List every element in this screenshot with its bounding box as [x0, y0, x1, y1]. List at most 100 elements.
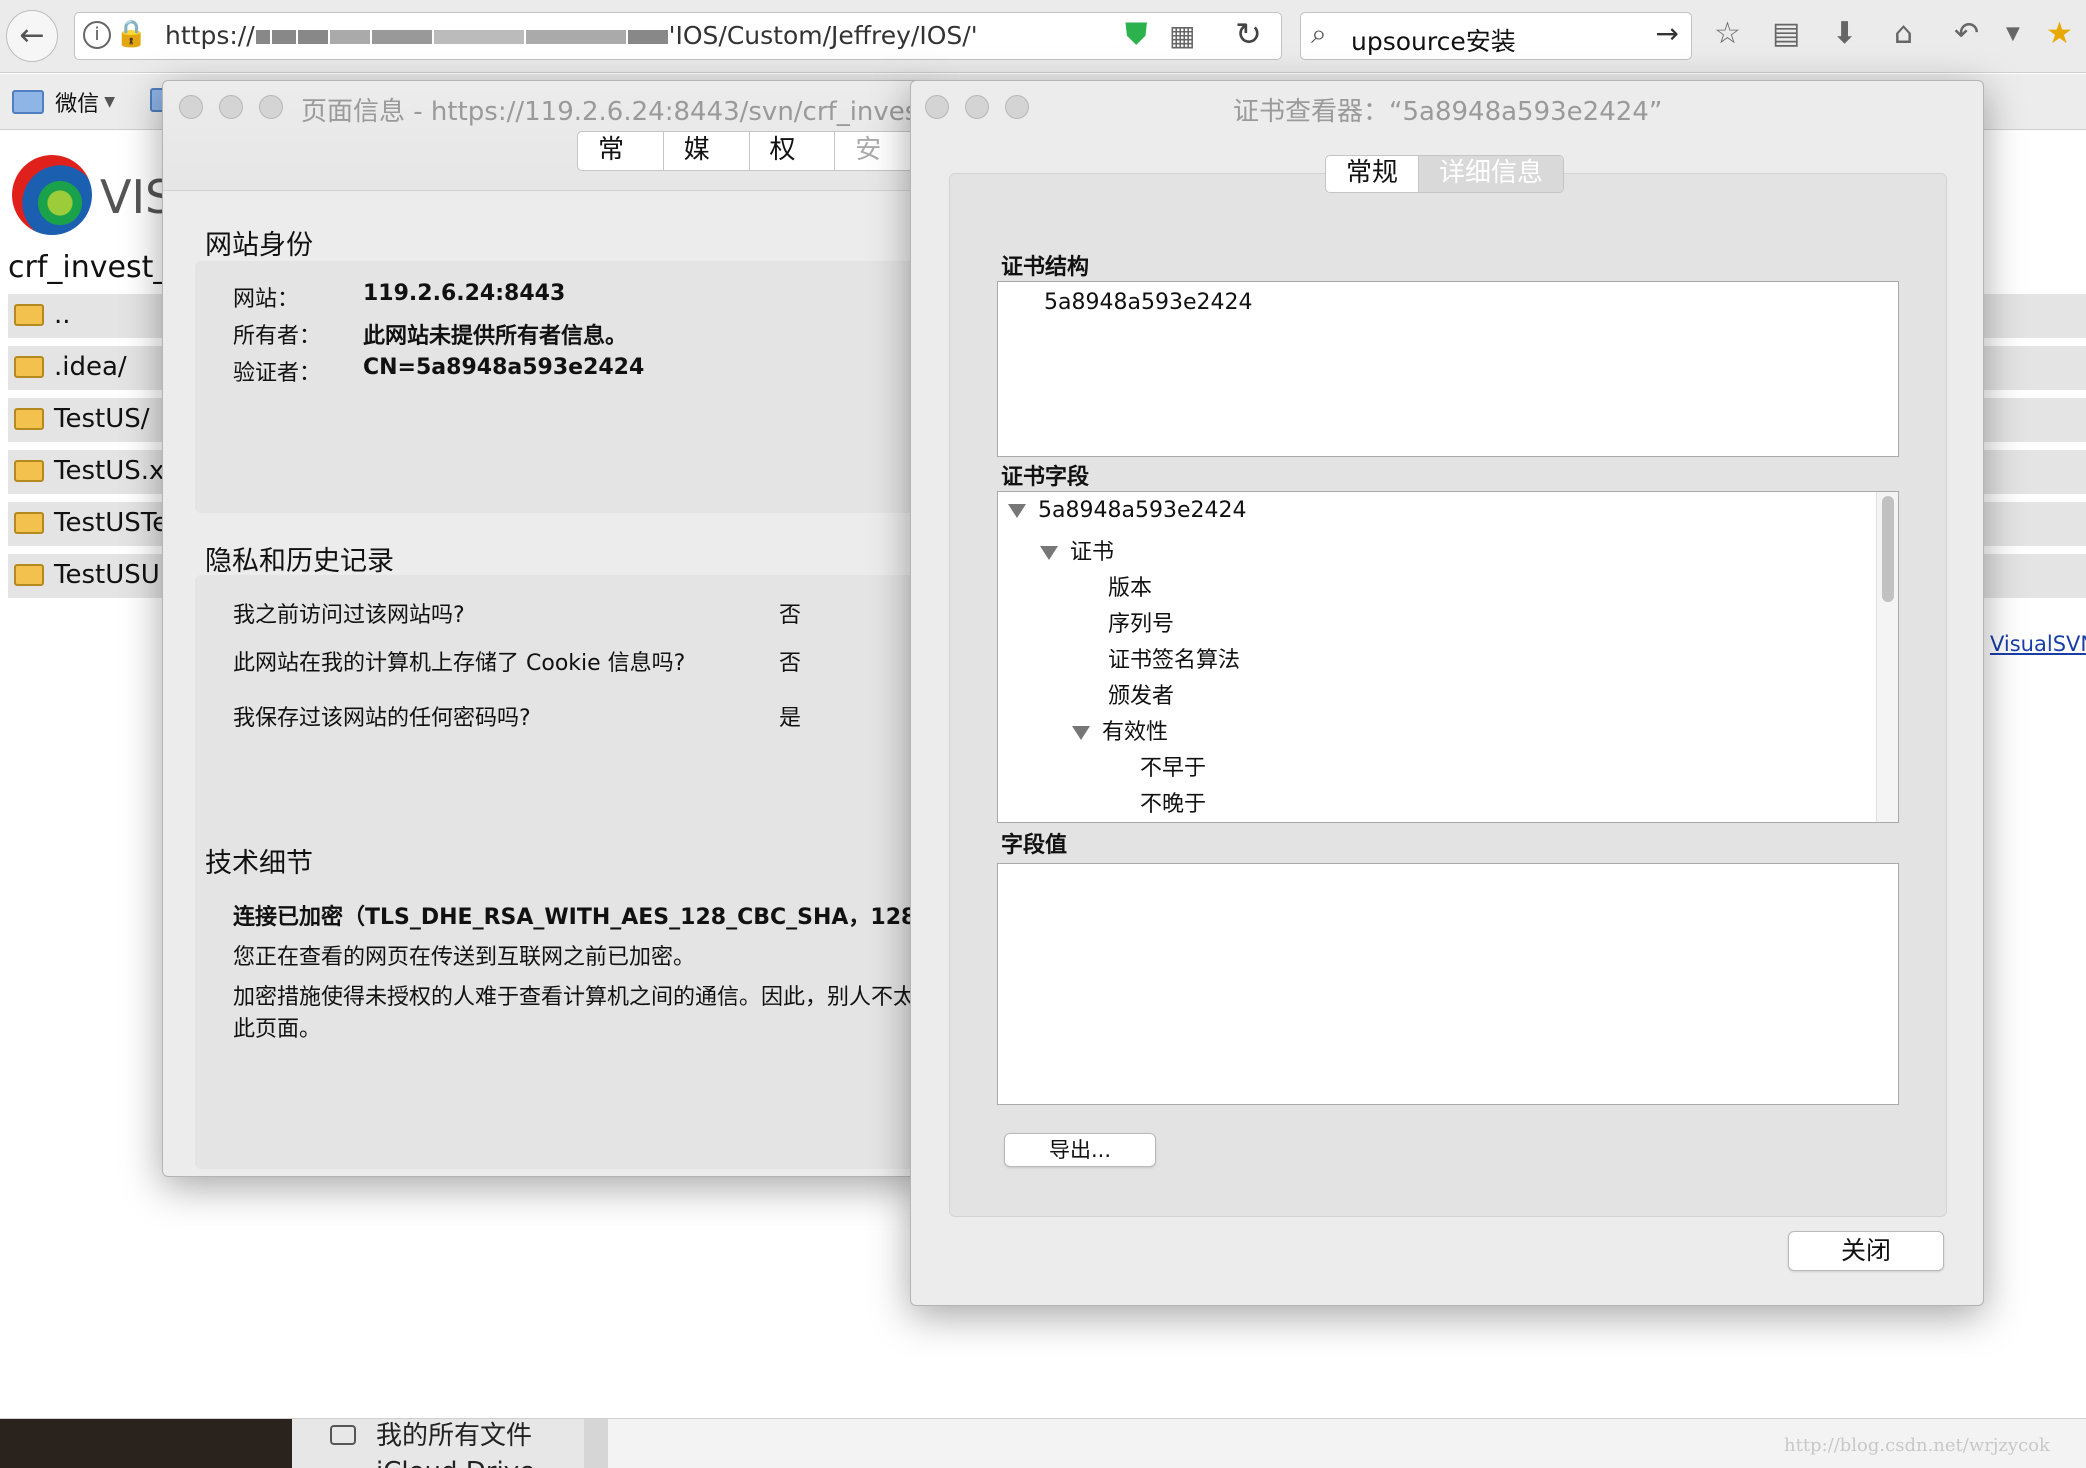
tech-section: 连接已加密（TLS_DHE_RSA_WITH_AES_128_CBC_SHA，1… — [195, 877, 990, 1169]
tree-item[interactable]: 证书 — [1040, 534, 1114, 566]
search-input[interactable]: upsource安装 — [1351, 22, 1516, 58]
tree-item[interactable]: 版本 — [1108, 570, 1152, 602]
cert-fields-tree[interactable]: 5a8948a593e2424 证书 版本 序列号 证书签名算法 颁发者 有效性… — [997, 491, 1899, 823]
cert-viewer-window: 证书查看器：“5a8948a593e2424” 常规 详细信息 证书结构 5a8… — [910, 80, 1984, 1306]
tech-desc-line: 您正在查看的网页在传送到互联网之前已加密。 — [233, 945, 696, 970]
folder-icon — [14, 408, 44, 430]
identity-section: 网站： 119.2.6.24:8443 所有者： 此网站未提供所有者信息。 验证… — [195, 261, 923, 513]
tab-general[interactable]: 常规 — [578, 132, 664, 170]
visualsvn-logo — [12, 155, 92, 235]
privacy-question: 此网站在我的计算机上存储了 Cookie 信息吗? — [233, 651, 686, 676]
home-icon[interactable]: ⌂ — [1894, 16, 1913, 52]
scrollbar[interactable] — [1876, 492, 1898, 822]
back-button[interactable]: ← — [6, 10, 58, 62]
cert-viewer-title: 证书查看器：“5a8948a593e2424” — [1233, 97, 1663, 127]
scrollbar-thumb[interactable] — [1882, 496, 1894, 602]
privacy-answer: 否 — [779, 603, 802, 628]
tree-item[interactable]: 不晚于 — [1140, 786, 1206, 818]
verifier-value: CN=5a8948a593e2424 — [363, 355, 645, 380]
minimize-window-button[interactable] — [219, 95, 243, 119]
page-info-tabs: 常规 媒体 权限 安全 — [577, 131, 921, 171]
privacy-heading: 隐私和历史记录 — [205, 546, 394, 577]
search-icon: ⌕ — [1311, 17, 1327, 50]
zoom-window-button[interactable] — [1005, 95, 1029, 119]
export-button[interactable]: 导出... — [1004, 1133, 1156, 1167]
url-text: https://'IOS/Custom/Jeffrey/IOS/' — [165, 21, 978, 50]
fields-label: 证书字段 — [1001, 465, 1090, 490]
desktop-wallpaper — [0, 1419, 292, 1468]
site-label: 网站： — [233, 287, 300, 312]
reading-list-icon[interactable]: ▤ — [1772, 16, 1800, 52]
privacy-question: 我保存过该网站的任何密码吗? — [233, 706, 531, 731]
tech-heading: 技术细节 — [205, 848, 313, 879]
tree-item[interactable]: 不早于 — [1140, 750, 1206, 782]
tab-media[interactable]: 媒体 — [664, 132, 750, 170]
download-icon[interactable]: ⬇ — [1832, 16, 1857, 52]
close-button[interactable]: 关闭 — [1788, 1231, 1944, 1271]
owner-value: 此网站未提供所有者信息。 — [363, 324, 628, 349]
reload-icon[interactable]: ↻ — [1235, 15, 1262, 53]
page-info-window: 页面信息 - https://119.2.6.24:8443/svn/crf_i… — [162, 80, 990, 1177]
bookmark-label: 微信 — [55, 92, 100, 117]
undo-icon[interactable]: ↶ — [1954, 16, 1979, 52]
arrow-left-icon: ← — [19, 18, 45, 53]
star-icon[interactable]: ☆ — [1714, 16, 1741, 52]
browser-toolbar: ← i 🔒 https://'IOS/Custom/Jeffrey/IOS/' … — [0, 0, 2086, 73]
tech-desc-line: 加密措施使得未授权的人难于查看计算机之间的通信。因此，别人不太 — [233, 985, 916, 1010]
chevron-down-icon[interactable]: ▼ — [2006, 16, 2020, 52]
folder-icon — [14, 304, 44, 326]
disclosure-triangle-icon[interactable] — [1072, 726, 1090, 740]
zoom-window-button[interactable] — [259, 95, 283, 119]
privacy-question: 我之前访问过该网站吗? — [233, 603, 465, 628]
site-value: 119.2.6.24:8443 — [363, 281, 566, 306]
repo-title: crf_invest_ — [8, 250, 169, 285]
disclosure-triangle-icon[interactable] — [1008, 504, 1026, 518]
arrow-right-icon[interactable]: → — [1656, 17, 1679, 50]
field-value-box[interactable] — [997, 863, 1899, 1105]
cert-structure-tree[interactable]: 5a8948a593e2424 — [997, 281, 1899, 457]
identity-heading: 网站身份 — [205, 230, 313, 261]
lock-warning-icon: 🔒 — [115, 19, 148, 49]
chevron-down-icon: ▼ — [104, 94, 115, 110]
minimize-window-button[interactable] — [965, 95, 989, 119]
cert-viewer-tabs: 常规 详细信息 — [1325, 155, 1565, 193]
documents-icon — [330, 1425, 356, 1445]
disclosure-triangle-icon[interactable] — [1040, 546, 1058, 560]
tree-item[interactable]: 序列号 — [1108, 606, 1174, 638]
tree-item[interactable]: 证书签名算法 — [1108, 642, 1240, 674]
tab-permissions[interactable]: 权限 — [750, 132, 836, 170]
tab-security[interactable]: 安全 — [835, 132, 920, 170]
tree-item[interactable]: 有效性 — [1072, 714, 1168, 746]
close-window-button[interactable] — [925, 95, 949, 119]
info-icon: i — [83, 21, 111, 49]
extension-star-icon[interactable]: ★ — [2046, 16, 2073, 52]
tech-desc-line: 此页面。 — [233, 1017, 322, 1042]
field-value-label: 字段值 — [1001, 833, 1068, 858]
folder-icon — [14, 356, 44, 378]
finder-divider — [584, 1419, 608, 1468]
finder-item-all-files[interactable]: 我的所有文件 — [376, 1415, 532, 1452]
verifier-label: 验证者： — [233, 361, 322, 386]
tree-item[interactable]: 颁发者 — [1108, 678, 1174, 710]
visualsvn-link[interactable]: VisualSVN — [1990, 632, 2086, 656]
tree-item[interactable]: 5a8948a593e2424 — [1044, 290, 1252, 315]
qr-code-icon[interactable]: ▦ — [1169, 19, 1195, 52]
folder-icon — [12, 90, 44, 114]
tab-details[interactable]: 详细信息 — [1419, 156, 1564, 192]
finder-sidebar: 我的所有文件 iCloud Drive — [292, 1419, 584, 1468]
bookmark-folder-weixin[interactable]: 微信 ▼ — [12, 86, 115, 118]
finder-item-icloud-drive[interactable]: iCloud Drive — [376, 1457, 535, 1468]
url-bar[interactable]: i 🔒 https://'IOS/Custom/Jeffrey/IOS/' ⛊ … — [74, 12, 1282, 60]
tree-item[interactable]: 5a8948a593e2424 — [1008, 498, 1246, 523]
tab-general[interactable]: 常规 — [1326, 156, 1420, 192]
tech-connection-line: 连接已加密（TLS_DHE_RSA_WITH_AES_128_CBC_SHA，1… — [233, 905, 991, 930]
page-info-title: 页面信息 - https://119.2.6.24:8443/svn/crf_i… — [301, 97, 929, 127]
close-window-button[interactable] — [179, 95, 203, 119]
search-bar[interactable]: ⌕ upsource安装 → — [1300, 12, 1692, 60]
folder-icon — [14, 460, 44, 482]
structure-label: 证书结构 — [1001, 255, 1090, 280]
shield-icon[interactable]: ⛊ — [1125, 17, 1148, 52]
privacy-answer: 是 — [779, 706, 802, 731]
watermark: http://blog.csdn.net/wrjzycok — [1784, 1435, 2050, 1456]
finder-window-strip: 我的所有文件 iCloud Drive http://blog.csdn.net… — [0, 1418, 2086, 1468]
